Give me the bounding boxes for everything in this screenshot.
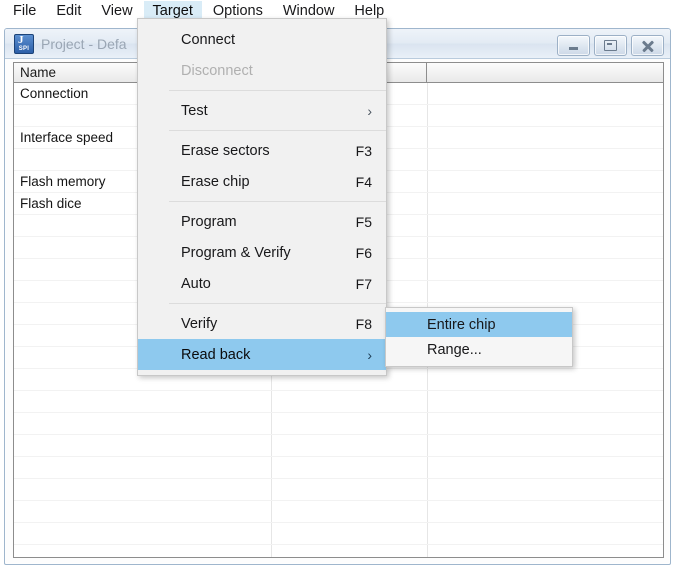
table-row[interactable]: [14, 501, 663, 523]
close-button[interactable]: [631, 35, 664, 56]
application-window: File Edit View Target Options Window Help J SP…: [0, 0, 675, 569]
menu-item-label: Connect: [181, 31, 236, 48]
menu-item-shortcut: F7: [355, 275, 372, 292]
menu-item-program-verify[interactable]: Program & Verify F6: [138, 237, 386, 268]
window-controls: [557, 35, 664, 56]
submenu-item-entire-chip[interactable]: Entire chip: [386, 312, 572, 337]
menu-item-connect[interactable]: Connect: [138, 24, 386, 55]
menu-item-read-back[interactable]: Read back ›: [138, 339, 386, 370]
read-back-submenu: Entire chip Range...: [385, 307, 573, 367]
mdi-window-title: Project - Defa: [41, 35, 127, 52]
menu-item-label: Program: [181, 213, 237, 230]
minimize-icon: [558, 36, 589, 55]
chevron-right-icon: ›: [367, 102, 372, 119]
menu-item-shortcut: F4: [355, 173, 372, 190]
menubar-item-edit[interactable]: Edit: [47, 1, 90, 22]
table-row[interactable]: [14, 545, 663, 557]
menu-item-label: Program & Verify: [181, 244, 291, 261]
close-icon: [632, 36, 663, 55]
menu-separator: [169, 201, 386, 202]
submenu-item-range[interactable]: Range...: [386, 337, 572, 362]
menubar-item-view[interactable]: View: [92, 1, 141, 22]
jspi-app-icon: J SPI: [14, 33, 34, 54]
menu-item-test[interactable]: Test ›: [138, 95, 386, 126]
table-row[interactable]: [14, 479, 663, 501]
menu-item-label: Read back: [181, 346, 251, 363]
menu-item-verify[interactable]: Verify F8: [138, 308, 386, 339]
menu-item-shortcut: F6: [355, 244, 372, 261]
menu-item-shortcut: F8: [355, 315, 372, 332]
menu-item-label: Test: [181, 102, 208, 119]
menu-item-shortcut: F5: [355, 213, 372, 230]
table-row[interactable]: [14, 391, 663, 413]
table-row[interactable]: [14, 457, 663, 479]
restore-button[interactable]: [594, 35, 627, 56]
menu-item-label: Erase sectors: [181, 142, 270, 159]
menu-item-label: Disconnect: [181, 62, 253, 79]
menu-item-label: Verify: [181, 315, 218, 332]
menu-item-shortcut: F3: [355, 142, 372, 159]
jspi-icon-sublabel: SPI: [18, 45, 30, 52]
menu-item-label: Auto: [181, 275, 211, 292]
jspi-icon-letter: J: [18, 33, 24, 46]
menu-separator: [169, 130, 386, 131]
table-row[interactable]: [14, 523, 663, 545]
minimize-button[interactable]: [557, 35, 590, 56]
table-row[interactable]: [14, 435, 663, 457]
menu-item-erase-chip[interactable]: Erase chip F4: [138, 166, 386, 197]
menubar-item-file[interactable]: File: [4, 1, 45, 22]
chevron-right-icon: ›: [367, 346, 372, 363]
menu-item-auto[interactable]: Auto F7: [138, 268, 386, 299]
menu-item-disconnect: Disconnect: [138, 55, 386, 86]
menu-item-erase-sectors[interactable]: Erase sectors F3: [138, 135, 386, 166]
menu-item-program[interactable]: Program F5: [138, 206, 386, 237]
list-column-header-2[interactable]: [427, 63, 663, 82]
menu-separator: [169, 303, 386, 304]
target-dropdown-menu: Connect Disconnect Test › Erase sectors F3 Era…: [137, 18, 387, 376]
menu-item-label: Erase chip: [181, 173, 250, 190]
table-row[interactable]: [14, 413, 663, 435]
menu-separator: [169, 90, 386, 91]
restore-icon: [595, 36, 626, 55]
